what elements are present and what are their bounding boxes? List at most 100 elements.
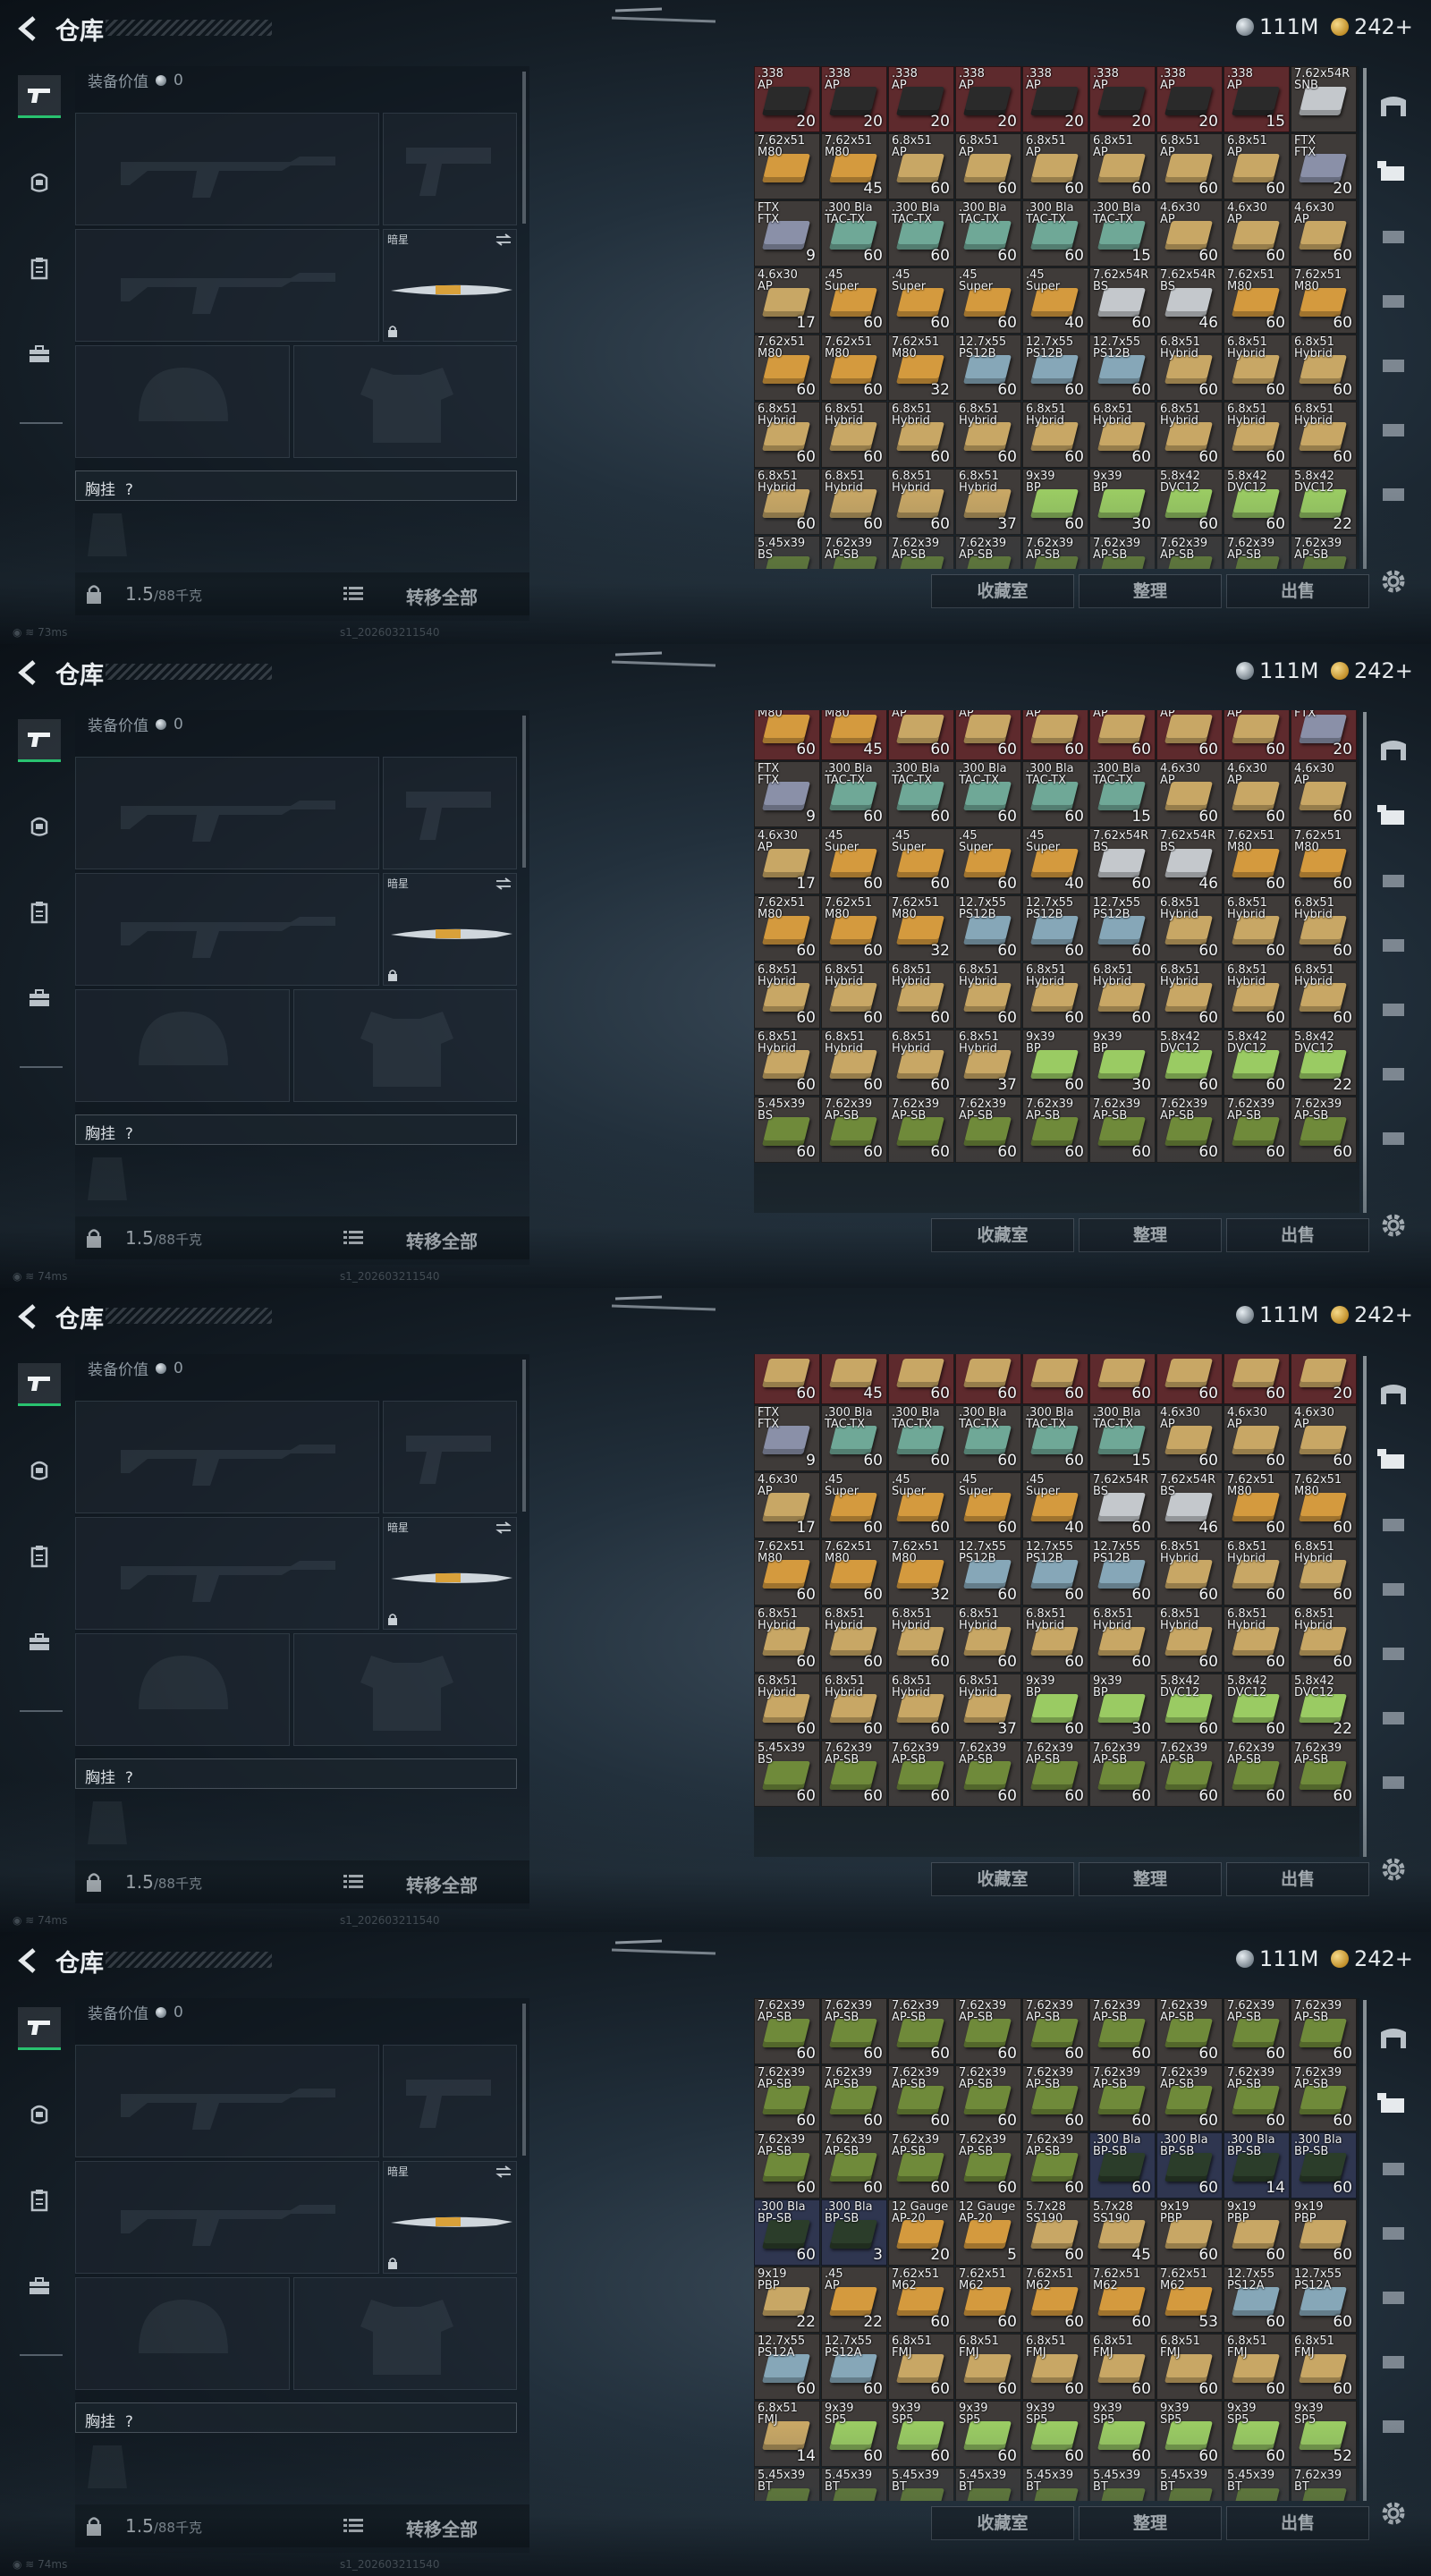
inventory-item[interactable]: 7.62x39 AP-SB 60 (955, 1097, 1021, 1163)
inventory-item[interactable]: 7.62x39 AP-SB 60 (1022, 2065, 1088, 2131)
sort-button[interactable]: 整理 (1079, 2506, 1222, 2540)
back-arrow-icon[interactable] (13, 13, 45, 45)
inventory-item[interactable]: 4.6x30 AP 17 (754, 828, 820, 894)
inventory-item[interactable]: 9x39 SP5 52 (1291, 2401, 1357, 2467)
melee-slot[interactable]: 暗星 (383, 229, 517, 342)
tab-armor[interactable] (18, 805, 61, 848)
case-icon[interactable] (1376, 2218, 1411, 2245)
inventory-item[interactable]: 4.6x30 AP 60 (1291, 200, 1357, 267)
transfer-all-button[interactable]: 转移全部 (406, 2515, 478, 2541)
inventory-item[interactable]: 6.8x51 Hybrid 60 (754, 402, 820, 468)
gear-icon[interactable] (1377, 2497, 1410, 2529)
inventory-item[interactable]: 7.62x39 AP-SB 60 (754, 2065, 820, 2131)
inventory-item[interactable]: 7.62x39 AP-SB 60 (888, 1998, 954, 2064)
equipment-scrollbar[interactable] (522, 716, 526, 868)
inventory-item[interactable]: 6.8x51 Hybrid 60 (955, 962, 1021, 1029)
silver-currency[interactable]: 111M (1236, 1946, 1319, 1971)
inventory-item[interactable]: .300 Bla TAC-TX 60 (955, 1405, 1021, 1471)
tab-clipboard[interactable] (18, 891, 61, 934)
inventory-item[interactable]: 9x19 PBP 22 (754, 2267, 820, 2333)
collection-room-button[interactable]: 收藏室 (931, 1862, 1074, 1896)
transfer-all-button[interactable]: 转移全部 (406, 1871, 478, 1897)
inventory-item[interactable]: .300 Bla TAC-TX 60 (955, 200, 1021, 267)
inventory-item[interactable]: .45 Super 60 (821, 267, 887, 334)
list-icon[interactable] (343, 1874, 363, 1890)
inventory-item[interactable]: 7.62x39 AP-SB (821, 536, 887, 569)
inventory-item[interactable]: 6.8x51 Hybrid 60 (754, 469, 820, 535)
inventory-item[interactable]: .45 Super 60 (888, 1472, 954, 1538)
inventory-item[interactable]: 7.62x39 AP-SB (955, 536, 1021, 569)
help-icon[interactable]: ? (125, 2413, 133, 2431)
inventory-item[interactable]: 7.62x39 AP-SB 60 (1156, 1741, 1223, 1807)
inventory-item[interactable]: 6.8x51 Hybrid 60 (821, 1030, 887, 1096)
inventory-item[interactable]: 9x39 SP5 60 (888, 2401, 954, 2467)
inventory-item[interactable]: 7.62x39 AP-SB 60 (1089, 2065, 1156, 2131)
case-icon[interactable] (1376, 286, 1411, 313)
inventory-item[interactable]: 6.8x51 Hybrid 60 (821, 1674, 887, 1740)
inventory-item[interactable]: .300 Bla TAC-TX 60 (1022, 200, 1088, 267)
inventory-item[interactable]: 7.62x51 M80 60 (1291, 828, 1357, 894)
inventory-item[interactable]: 4.6x30 AP 60 (1156, 1405, 1223, 1471)
inventory-item[interactable]: 4.6x30 AP 60 (1156, 200, 1223, 267)
inventory-item[interactable]: 60 (888, 1354, 954, 1404)
inventory-item[interactable]: .45 Super 40 (1022, 828, 1088, 894)
gear-icon[interactable] (1377, 1853, 1410, 1885)
inventory-item[interactable]: 6.8x51 Hybrid 60 (955, 402, 1021, 468)
sell-button[interactable]: 出售 (1226, 2506, 1369, 2540)
inventory-item[interactable]: 7.62x39 AP-SB (1156, 536, 1223, 569)
inventory-item[interactable]: 7.62x39 AP-SB (1089, 536, 1156, 569)
inventory-item[interactable]: .45 Super 40 (1022, 267, 1088, 334)
inventory-item[interactable]: 6.8x51 Hybrid 60 (754, 1030, 820, 1096)
case-icon[interactable] (1376, 1510, 1411, 1537)
inventory-item[interactable]: .338 AP 20 (754, 66, 820, 132)
inventory-item[interactable]: 7.62x39 AP-SB 60 (955, 2132, 1021, 2199)
inventory-item[interactable]: 6.8x51 Hybrid 60 (1291, 402, 1357, 468)
inventory-item[interactable]: 12.7x55 PS12B 60 (1022, 1539, 1088, 1606)
inventory-item[interactable]: 7.62x54R SNB (1291, 66, 1357, 132)
case-icon[interactable] (1376, 351, 1411, 377)
tab-clipboard[interactable] (18, 247, 61, 290)
inventory-item[interactable]: 7.62x39 AP-SB 60 (821, 1097, 887, 1163)
armor-slot[interactable] (293, 345, 517, 458)
melee-slot[interactable]: 暗星 (383, 873, 517, 986)
inventory-item[interactable]: 4.6x30 AP 17 (754, 1472, 820, 1538)
chest-rig-slot[interactable]: 胸挂 ? (75, 1114, 517, 1145)
tab-armor[interactable] (18, 2093, 61, 2136)
inventory-item[interactable]: 7.62x51 M62 60 (888, 2267, 954, 2333)
inventory-item[interactable]: 6.8x51 FMJ 60 (1224, 2334, 1290, 2400)
ammo-case-icon[interactable] (1376, 1445, 1411, 1472)
inventory-item[interactable]: 6.8x51 Hybrid 60 (1156, 335, 1223, 401)
chest-rig-slot[interactable]: 胸挂 ? (75, 1758, 517, 1789)
inventory-item[interactable]: 5.45x39 BT (955, 2468, 1021, 2501)
inventory-item[interactable]: 6.8x51 Hybrid 60 (1291, 1606, 1357, 1673)
inventory-item[interactable]: 6.8x51 AP 60 (1156, 710, 1223, 760)
inventory-item[interactable]: 7.62x51 M80 60 (1224, 267, 1290, 334)
secondary-weapon-slot[interactable] (75, 1517, 379, 1630)
back-arrow-icon[interactable] (13, 1301, 45, 1333)
collection-room-button[interactable]: 收藏室 (931, 574, 1074, 608)
inventory-item[interactable]: 7.62x39 AP-SB 60 (1022, 2132, 1088, 2199)
inventory-item[interactable]: 7.62x39 AP-SB 60 (821, 1741, 887, 1807)
inventory-item[interactable]: 6.8x51 FMJ 60 (955, 2334, 1021, 2400)
swap-icon[interactable] (495, 2165, 512, 2178)
inventory-item[interactable]: 6.8x51 Hybrid 60 (754, 1674, 820, 1740)
inventory-item[interactable]: 9x39 BP 60 (1022, 469, 1088, 535)
inventory-item[interactable]: 12.7x55 PS12A 60 (821, 2334, 887, 2400)
ammo-case-icon[interactable] (1376, 157, 1411, 184)
inventory-item[interactable]: .45 Super 60 (888, 267, 954, 334)
back-arrow-icon[interactable] (13, 657, 45, 689)
pistol-slot[interactable] (383, 1401, 517, 1513)
inventory-item[interactable]: 7.62x51 M62 60 (1089, 2267, 1156, 2333)
primary-weapon-slot[interactable] (75, 2045, 379, 2157)
inventory-item[interactable]: 9x19 PBP 60 (1224, 2199, 1290, 2266)
inventory-item[interactable]: 60 (955, 1354, 1021, 1404)
inventory-item[interactable]: 6.8x51 Hybrid 60 (754, 1606, 820, 1673)
inventory-item[interactable]: FTX FTX 9 (754, 1405, 820, 1471)
case-icon[interactable] (1376, 995, 1411, 1021)
inventory-item[interactable]: 6.8x51 Hybrid 37 (955, 469, 1021, 535)
case-icon[interactable] (1376, 1767, 1411, 1794)
silver-currency[interactable]: 111M (1236, 658, 1319, 683)
inventory-item[interactable]: 6.8x51 Hybrid 60 (888, 962, 954, 1029)
inventory-item[interactable]: 9x39 BP 30 (1089, 1030, 1156, 1096)
inventory-item[interactable]: 7.62x39 AP-SB 60 (888, 2065, 954, 2131)
